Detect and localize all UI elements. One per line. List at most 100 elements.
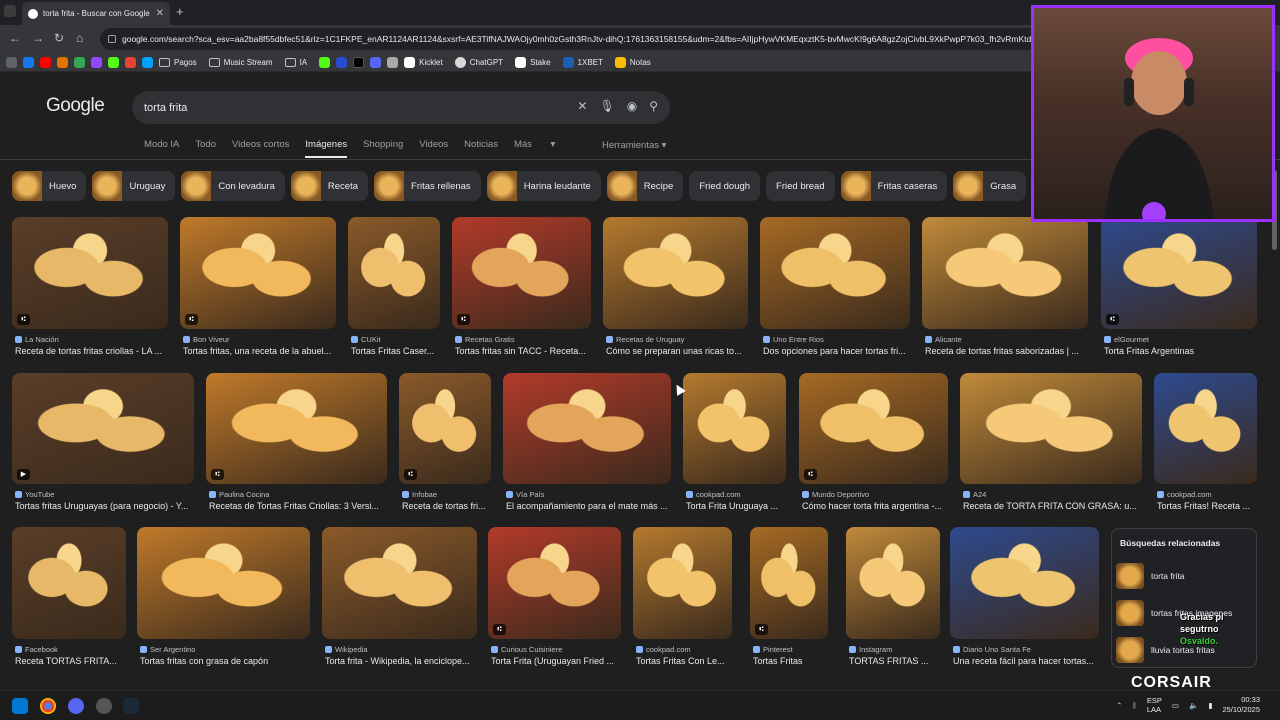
result-title[interactable]: Torta Fritas Argentinas [1104,346,1268,356]
result-source[interactable]: Pinterest [753,645,831,654]
chip-recipe[interactable]: Recipe [606,171,684,201]
bookmark-stake[interactable]: Stake [515,56,551,68]
twitch-bookmark-icon[interactable] [91,56,102,68]
apps-icon[interactable] [6,56,17,68]
result-title[interactable]: Torta Frita Uruguaya ... [686,501,797,511]
forward-icon[interactable]: → [32,31,44,45]
result-source[interactable]: Diario Uno Santa Fe [953,645,1102,654]
result-title[interactable]: Recetas de Tortas Fritas Criollas: 3 Ver… [209,501,398,511]
tab-todo[interactable]: Todo [195,139,216,158]
result-source[interactable]: Recetas de Uruguay [606,335,751,344]
result-thumbnail[interactable]: ⑆ [1101,217,1257,329]
bookmark-folder-pagos[interactable]: Pagos [159,57,197,67]
chip-huevo[interactable]: Huevo [12,171,87,201]
result-source[interactable]: Uno Entre Rios [763,335,913,344]
result-thumbnail[interactable] [322,527,477,639]
result-thumbnail[interactable]: ⑆ [799,373,948,484]
back-icon[interactable]: ← [9,31,21,45]
result-title[interactable]: TORTAS FRITAS ... [849,656,951,666]
language-indicator[interactable]: ESP LAA [1147,696,1162,714]
result-title[interactable]: Tortas Fritas Con Le... [636,656,743,666]
tiktok-bookmark-icon[interactable] [353,56,365,68]
new-tab-icon[interactable]: + [176,4,184,19]
result-thumbnail[interactable]: ⑆ [750,527,828,639]
bookmark-folder-ia[interactable]: IA [284,57,307,67]
result-thumbnail[interactable]: ⑆ [12,217,168,329]
discord-bookmark-icon[interactable] [370,56,382,68]
result-title[interactable]: Una receta fácil para hacer tortas... [953,656,1110,666]
result-title[interactable]: Tortas Fritas [753,656,839,666]
tab-shopping[interactable]: Shopping [363,139,403,158]
gmail-bookmark-icon[interactable] [125,56,136,68]
result-thumbnail[interactable]: ⑆ [452,217,591,329]
result-source[interactable]: Paulina Cocina [209,490,390,499]
result-title[interactable]: Cómo se preparan unas ricas to... [606,346,759,356]
result-title[interactable]: Tortas fritas sin TACC - Receta... [455,346,602,356]
result-title[interactable]: Dos opciones para hacer tortas fri... [763,346,921,356]
result-title[interactable]: Torta Frita (Uruguayan Fried ... [491,656,632,666]
result-thumbnail[interactable] [348,217,440,329]
result-source[interactable]: Curious Cuisiniere [491,645,624,654]
kick-bookmark-icon[interactable] [108,56,119,68]
clock[interactable]: 00:33 25/10/2025 [1222,695,1260,715]
result-source[interactable]: Alicante [925,335,1091,344]
result-thumbnail[interactable] [846,527,940,639]
result-thumbnail[interactable] [760,217,910,329]
bookmark-kicklet[interactable]: Kicklet [404,56,443,68]
result-thumbnail[interactable] [12,527,126,639]
result-title[interactable]: Receta de TORTA FRITA CON GRASA: u... [963,501,1153,511]
result-title[interactable]: Receta TORTAS FRITA... [15,656,137,666]
result-source[interactable]: cookpad.com [1157,490,1260,499]
youtube-bookmark-icon[interactable] [40,56,51,68]
bookmark-chatgpt[interactable]: ChatGPT [454,56,503,68]
windows-start-icon[interactable] [12,698,28,714]
drive-bookmark-icon[interactable] [74,56,85,68]
chip-receta[interactable]: Receta [290,171,369,201]
result-source[interactable]: CUKit [351,335,443,344]
result-source[interactable]: A24 [963,490,1145,499]
result-source[interactable]: cookpad.com [636,645,735,654]
result-source[interactable]: Wikipedia [325,645,480,654]
result-thumbnail[interactable] [950,527,1099,639]
result-thumbnail[interactable] [960,373,1142,484]
result-title[interactable]: Tortas fritas, una receta de la abuel... [183,346,347,356]
result-source[interactable]: Ser Argentino [140,645,313,654]
result-thumbnail[interactable] [922,217,1088,329]
search-icon[interactable]: ⚲ [649,99,658,113]
result-thumbnail[interactable] [683,373,786,484]
tab-imagenes[interactable]: Imágenes [305,139,348,158]
close-tab-icon[interactable]: ✕ [156,8,164,19]
chip-harina-leudante[interactable]: Harina leudante [486,171,601,201]
chip-fried-bread[interactable]: Fried bread [766,171,835,201]
chip-fried-dough[interactable]: Fried dough [689,171,761,201]
result-title[interactable]: Receta de tortas fritas criollas - LA ..… [15,346,179,356]
result-source[interactable]: Vía País [506,490,674,499]
result-thumbnail[interactable] [503,373,671,484]
result-title[interactable]: Tortas fritas con grasa de capón [140,656,321,666]
result-title[interactable]: Cómo hacer torta frita argentina -... [802,501,959,511]
lens-icon[interactable]: ◉ [627,99,637,113]
chip-con-levadura[interactable]: Con levadura [181,171,285,201]
kick-bookmark-icon[interactable] [319,56,331,68]
result-source[interactable]: Bon Viveur [183,335,339,344]
tab-search-button[interactable] [4,5,16,17]
result-title[interactable]: Receta de tortas fri... [402,501,502,511]
result-thumbnail[interactable] [603,217,748,329]
tab-videos[interactable]: Videos [419,139,448,158]
result-title[interactable]: Torta frita - Wikipedia, la enciclope... [325,656,488,666]
result-thumbnail[interactable] [137,527,310,639]
result-title[interactable]: Tortas Fritas! Receta ... [1157,501,1268,511]
result-source[interactable]: Infobae [402,490,494,499]
chip-grasa[interactable]: Grasa [953,171,1027,201]
chrome-taskbar-icon[interactable] [40,698,56,714]
facebook-bookmark-icon[interactable] [23,56,34,68]
related-item[interactable]: torta frita [1116,561,1252,591]
search-box[interactable]: torta frita ✕ 🎙 ◉ ⚲ [132,91,670,124]
bookmark-icon[interactable] [336,56,348,68]
result-thumbnail[interactable] [1154,373,1257,484]
chevron-up-icon[interactable]: ⌃ [1116,701,1122,710]
network-icon[interactable]: ▭ [1172,701,1179,710]
clear-icon[interactable]: ✕ [577,99,587,113]
tab-mas[interactable]: Más ▾ [514,139,555,158]
steam-taskbar-icon[interactable] [123,698,139,714]
